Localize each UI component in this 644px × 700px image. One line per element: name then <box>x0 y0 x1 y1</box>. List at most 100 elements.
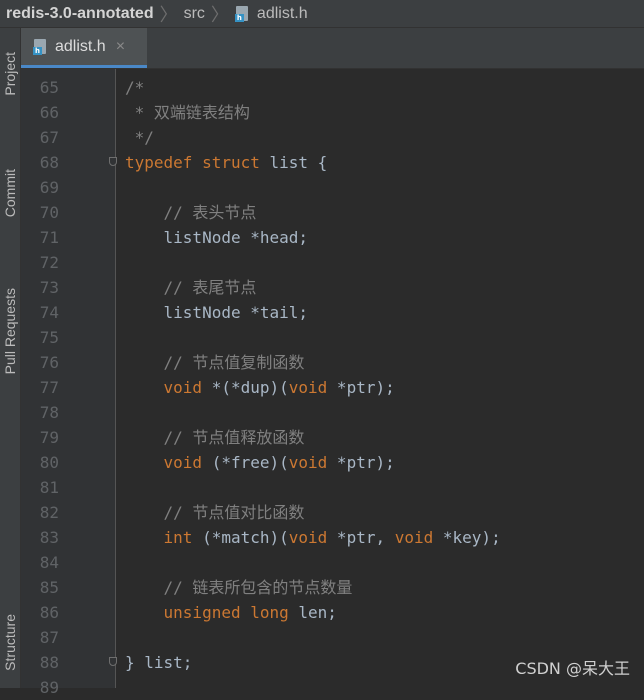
code-text: // 链表所包含的节点数量 <box>125 575 353 600</box>
line-number: 84 <box>39 553 59 572</box>
close-icon[interactable]: × <box>116 38 125 56</box>
code-line[interactable]: 80 void (*free)(void *ptr); <box>21 450 644 475</box>
comment-token: * 双端链表结构 <box>125 103 250 122</box>
line-number: 82 <box>39 503 59 522</box>
comment-token: // 节点值复制函数 <box>125 353 305 372</box>
comment-token: // 表头节点 <box>125 203 257 222</box>
keyword-token: long <box>250 603 289 622</box>
code-text: listNode *head; <box>125 225 309 250</box>
code-token: listNode *head; <box>125 228 309 247</box>
code-line[interactable]: 68 typedef struct list { <box>21 150 644 175</box>
code-line[interactable]: 67 */ <box>21 125 644 150</box>
c-header-file-icon: h <box>33 38 49 55</box>
breadcrumb-file[interactable]: adlist.h <box>257 5 308 23</box>
code-text: /* <box>125 75 144 100</box>
fold-marker-icon[interactable] <box>109 657 117 666</box>
keyword-token: void <box>288 378 328 397</box>
keyword-token: int <box>163 528 193 547</box>
code-line[interactable]: 70 // 表头节点 <box>21 200 644 225</box>
code-line[interactable]: 78 <box>21 400 644 425</box>
line-number: 74 <box>39 303 59 322</box>
comment-token: // 链表所包含的节点数量 <box>125 578 353 597</box>
editor-tab-bar: h adlist.h × <box>21 28 644 69</box>
code-text: void (*free)(void *ptr); <box>125 450 395 475</box>
chevron-right-icon: 〉 <box>159 4 178 25</box>
code-line[interactable]: 69 <box>21 175 644 200</box>
editor-tab-label: adlist.h <box>55 37 106 55</box>
keyword-token: struct <box>202 153 260 172</box>
sidebar-tab-structure[interactable]: Structure <box>0 596 20 688</box>
code-text: listNode *tail; <box>125 300 309 325</box>
editor-tab-adlist[interactable]: h adlist.h × <box>21 28 147 68</box>
tool-window-sidebar: Project Commit Pull Requests Structure <box>0 28 21 688</box>
code-text: // 节点值释放函数 <box>125 425 305 450</box>
code-text: // 表尾节点 <box>125 275 257 300</box>
sidebar-tab-project[interactable]: Project <box>0 34 20 114</box>
line-number: 71 <box>39 228 59 247</box>
breadcrumb-project[interactable]: redis-3.0-annotated <box>0 5 154 23</box>
code-line[interactable]: 74 listNode *tail; <box>21 300 644 325</box>
comment-token: // 节点值释放函数 <box>125 428 305 447</box>
line-number: 88 <box>39 653 59 672</box>
line-number: 73 <box>39 278 59 297</box>
line-number: 78 <box>39 403 59 422</box>
code-editor[interactable]: 65/* 66 * 双端链表结构 67 */ 68 typedef struct lis… <box>21 69 644 697</box>
line-number: 72 <box>39 253 59 272</box>
code-text: void *(*dup)(void *ptr); <box>125 375 395 400</box>
code-token: *key); <box>433 528 501 547</box>
code-line[interactable]: 77 void *(*dup)(void *ptr); <box>21 375 644 400</box>
code-line[interactable]: 73 // 表尾节点 <box>21 275 644 300</box>
fold-marker-icon[interactable] <box>109 157 117 166</box>
code-line[interactable]: 66 * 双端链表结构 <box>21 100 644 125</box>
code-line[interactable]: 71 listNode *head; <box>21 225 644 250</box>
line-number: 75 <box>39 328 59 347</box>
keyword-token: void <box>394 528 434 547</box>
line-number: 70 <box>39 203 59 222</box>
keyword-token: void <box>163 453 203 472</box>
keyword-token: void <box>163 378 203 397</box>
keyword-token: void <box>288 528 328 547</box>
sidebar-tab-pull-requests[interactable]: Pull Requests <box>0 266 20 396</box>
line-number: 69 <box>39 178 59 197</box>
keyword-token: typedef <box>125 153 193 172</box>
code-line[interactable]: 81 <box>21 475 644 500</box>
code-token: (*free)( <box>202 453 289 472</box>
code-token: *ptr); <box>327 378 395 397</box>
code-token: *(*dup)( <box>202 378 289 397</box>
watermark: CSDN @呆大王 <box>515 659 630 678</box>
code-line[interactable]: 65 /* <box>21 75 644 100</box>
code-line[interactable]: 86 unsigned long len; <box>21 600 644 625</box>
code-line[interactable]: 79 // 节点值释放函数 <box>21 425 644 450</box>
code-line[interactable]: 85 // 链表所包含的节点数量 <box>21 575 644 600</box>
line-number: 83 <box>39 528 59 547</box>
code-text: typedef struct list { <box>125 150 327 175</box>
code-token: listNode *tail; <box>125 303 309 322</box>
code-line[interactable]: 76 // 节点值复制函数 <box>21 350 644 375</box>
code-token: *ptr, <box>327 528 395 547</box>
code-text: // 节点值复制函数 <box>125 350 305 375</box>
code-line[interactable]: 84 <box>21 550 644 575</box>
line-number: 87 <box>39 628 59 647</box>
comment-token: // 节点值对比函数 <box>125 503 305 522</box>
code-text: * 双端链表结构 <box>125 100 250 125</box>
sidebar-tab-commit[interactable]: Commit <box>0 148 20 238</box>
code-token: (*match)( <box>192 528 289 547</box>
code-line[interactable]: 72 <box>21 250 644 275</box>
code-line[interactable]: 87 <box>21 625 644 650</box>
breadcrumb-folder[interactable]: src <box>184 5 205 23</box>
code-token: } list; <box>125 653 193 672</box>
code-text: // 表头节点 <box>125 200 257 225</box>
line-number: 80 <box>39 453 59 472</box>
code-line[interactable]: 82 // 节点值对比函数 <box>21 500 644 525</box>
code-line[interactable]: 75 <box>21 325 644 350</box>
line-number: 68 <box>39 153 59 172</box>
line-number: 85 <box>39 578 59 597</box>
code-line[interactable]: 83 int (*match)(void *ptr, void *key); <box>21 525 644 550</box>
comment-token: // 表尾节点 <box>125 278 257 297</box>
